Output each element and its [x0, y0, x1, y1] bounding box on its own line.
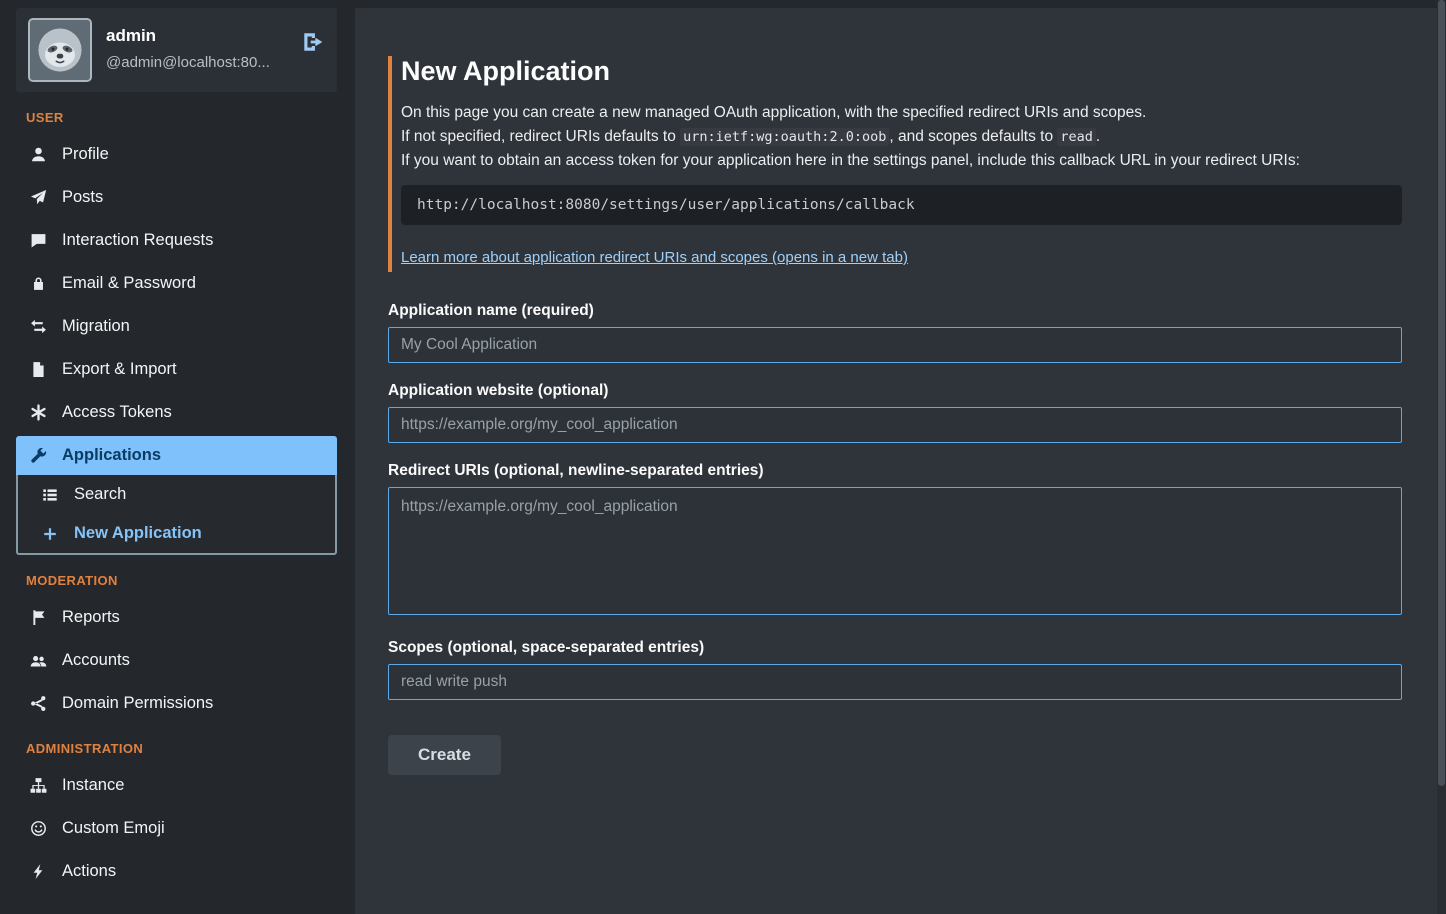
application-website-input[interactable]: [388, 407, 1402, 443]
share-nodes-icon: [28, 695, 48, 712]
sidebar-item-label: Reports: [62, 608, 120, 627]
user-meta: admin @admin@localhost:80...: [106, 18, 287, 71]
scopes-label: Scopes (optional, space-separated entrie…: [388, 639, 1402, 657]
sidebar-item-migration[interactable]: Migration: [16, 307, 337, 346]
sidebar-item-actions[interactable]: Actions: [16, 852, 337, 891]
sidebar-item-label: Accounts: [62, 651, 130, 670]
sidebar-item-posts[interactable]: Posts: [16, 178, 337, 217]
sidebar-item-label: Instance: [62, 776, 124, 795]
sidebar-item-profile[interactable]: Profile: [16, 135, 337, 174]
file-export-icon: [28, 361, 48, 378]
user-name: admin: [106, 26, 287, 46]
sidebar-item-applications-search[interactable]: Search: [18, 475, 335, 514]
sitemap-icon: [28, 777, 48, 794]
sidebar-item-label: Applications: [62, 446, 161, 465]
user-icon: [28, 146, 48, 163]
redirect-uris-label: Redirect URIs (optional, newline-separat…: [388, 462, 1402, 480]
user-handle: @admin@localhost:80...: [106, 54, 287, 71]
scopes-field: Scopes (optional, space-separated entrie…: [388, 639, 1402, 700]
sidebar-item-label: Access Tokens: [62, 403, 172, 422]
sidebar-item-new-application[interactable]: New Application: [18, 514, 335, 553]
scrollbar-track[interactable]: [1437, 0, 1446, 914]
redirect-uris-field: Redirect URIs (optional, newline-separat…: [388, 462, 1402, 620]
transfer-arrows-icon: [28, 318, 48, 335]
sidebar-item-reports[interactable]: Reports: [16, 598, 337, 637]
sidebar-item-label: Interaction Requests: [62, 231, 213, 250]
comment-icon: [28, 232, 48, 249]
sidebar-item-label: Migration: [62, 317, 130, 336]
paper-plane-icon: [28, 189, 48, 206]
logout-icon[interactable]: [301, 18, 325, 59]
create-button[interactable]: Create: [388, 735, 501, 775]
bolt-icon: [28, 863, 48, 880]
avatar: [28, 18, 92, 82]
flag-icon: [28, 609, 48, 626]
sidebar-item-label: Email & Password: [62, 274, 196, 293]
new-application-form: Application name (required) Application …: [388, 302, 1402, 775]
sidebar-item-label: Posts: [62, 188, 103, 207]
sidebar-item-label: Export & Import: [62, 360, 177, 379]
sidebar-item-custom-emoji[interactable]: Custom Emoji: [16, 809, 337, 848]
scrollbar-thumb[interactable]: [1438, 0, 1445, 786]
intro-block: New Application On this page you can cre…: [388, 56, 1402, 272]
nav-section-heading-user: USER: [26, 110, 337, 125]
redirect-uris-textarea[interactable]: [388, 487, 1402, 615]
sidebar-item-label: Actions: [62, 862, 116, 881]
sidebar-item-label: Search: [74, 485, 126, 504]
application-website-field: Application website (optional): [388, 382, 1402, 443]
sidebar-item-export-import[interactable]: Export & Import: [16, 350, 337, 389]
read-inline-code: read: [1057, 128, 1096, 146]
user-card: admin @admin@localhost:80...: [16, 8, 337, 92]
list-icon: [40, 487, 60, 503]
application-name-input[interactable]: [388, 327, 1402, 363]
sidebar-item-access-tokens[interactable]: Access Tokens: [16, 393, 337, 432]
scopes-input[interactable]: [388, 664, 1402, 700]
sidebar-item-accounts[interactable]: Accounts: [16, 641, 337, 680]
wrench-icon: [28, 447, 48, 464]
plus-icon: [40, 526, 60, 542]
applications-submenu: Search New Application: [16, 475, 337, 555]
lock-icon: [28, 275, 48, 292]
application-name-field: Application name (required): [388, 302, 1402, 363]
intro-line-2: If not specified, redirect URIs defaults…: [401, 125, 1402, 149]
sidebar-item-applications[interactable]: Applications: [16, 436, 337, 475]
main-panel: New Application On this page you can cre…: [355, 8, 1437, 914]
application-name-label: Application name (required): [388, 302, 1402, 320]
smile-icon: [28, 820, 48, 837]
intro-line-3: If you want to obtain an access token fo…: [401, 149, 1402, 173]
sidebar-item-label: Domain Permissions: [62, 694, 213, 713]
sidebar-item-label: New Application: [74, 524, 202, 543]
sidebar-item-label: Custom Emoji: [62, 819, 165, 838]
sidebar-item-email-password[interactable]: Email & Password: [16, 264, 337, 303]
intro-line-1: On this page you can create a new manage…: [401, 101, 1402, 125]
docs-link[interactable]: Learn more about application redirect UR…: [401, 249, 908, 266]
users-icon: [28, 652, 48, 669]
sidebar-item-domain-permissions[interactable]: Domain Permissions: [16, 684, 337, 723]
nav-section-heading-administration: ADMINISTRATION: [26, 741, 337, 756]
sidebar-item-instance[interactable]: Instance: [16, 766, 337, 805]
asterisk-icon: [28, 404, 48, 421]
application-website-label: Application website (optional): [388, 382, 1402, 400]
page-title: New Application: [401, 56, 1402, 87]
sidebar-item-interaction-requests[interactable]: Interaction Requests: [16, 221, 337, 260]
oob-inline-code: urn:ietf:wg:oauth:2.0:oob: [680, 128, 889, 146]
callback-url-code-block: http://localhost:8080/settings/user/appl…: [401, 185, 1402, 225]
nav-section-heading-moderation: MODERATION: [26, 573, 337, 588]
sidebar: admin @admin@localhost:80... USER Profil…: [0, 0, 355, 914]
sidebar-item-label: Profile: [62, 145, 109, 164]
